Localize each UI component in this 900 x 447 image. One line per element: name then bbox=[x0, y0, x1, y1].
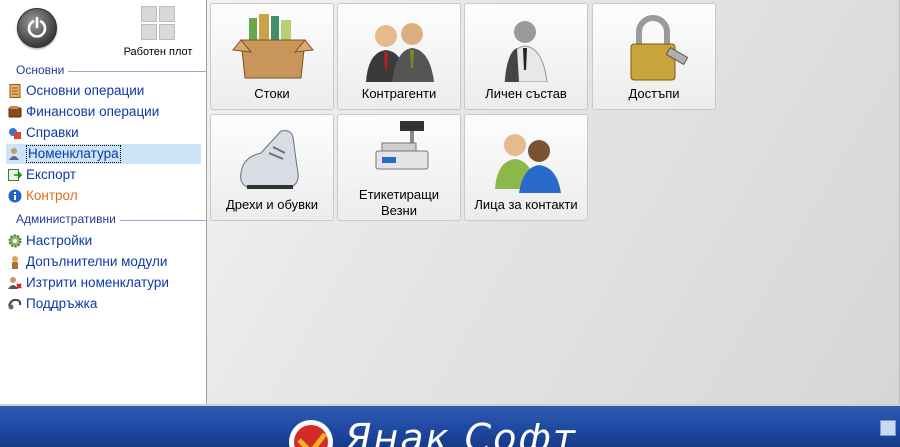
section-admin-title: Административни bbox=[16, 212, 116, 226]
nav-item-nomenclature[interactable]: Номенклатура bbox=[6, 144, 201, 164]
footer-banner: Янак Софт bbox=[0, 404, 900, 447]
nav-item-label: Контрол bbox=[26, 188, 78, 203]
info-icon bbox=[8, 189, 22, 203]
section-divider bbox=[120, 220, 210, 221]
document-icon bbox=[9, 84, 21, 98]
tile-label: Дрехи и обувки bbox=[226, 197, 318, 212]
section-main-title: Основни bbox=[16, 63, 65, 77]
power-button[interactable] bbox=[17, 8, 57, 48]
section-main: Основни bbox=[16, 63, 210, 77]
deleted-users-icon bbox=[8, 277, 22, 289]
section-admin: Административни bbox=[16, 212, 210, 226]
power-icon bbox=[27, 16, 47, 38]
nav-item-label: Изтрити номенклатури bbox=[26, 275, 169, 290]
contacts-people-icon bbox=[495, 134, 561, 193]
brand-name: Янак Софт bbox=[345, 416, 577, 447]
business-people-icon bbox=[366, 23, 434, 82]
desktop-label: Работен плот bbox=[123, 46, 193, 58]
tile-access[interactable]: Достъпи bbox=[592, 3, 716, 110]
settings-gear-icon bbox=[8, 234, 22, 248]
padlock-key-icon bbox=[630, 15, 689, 81]
nav-item-label: Експорт bbox=[26, 167, 77, 182]
tile-counterparties[interactable]: Контрагенти bbox=[337, 3, 461, 110]
tile-contact-persons[interactable]: Лица за контакти bbox=[464, 114, 588, 221]
windows-icon bbox=[141, 6, 175, 40]
tile-staff[interactable]: Личен състав bbox=[464, 3, 588, 110]
tile-label: Стоки bbox=[254, 86, 290, 101]
nav-item-settings[interactable]: Настройки bbox=[6, 231, 201, 251]
goods-box-icon bbox=[232, 14, 314, 79]
brand-logo-icon bbox=[289, 420, 333, 447]
nav-item-additional-modules[interactable]: Допълнителни модули bbox=[6, 252, 201, 272]
tile-label: Лица за контакти bbox=[474, 197, 578, 212]
nav-item-label: Поддръжка bbox=[26, 296, 98, 311]
nav-item-support[interactable]: Поддръжка bbox=[6, 294, 201, 314]
nav-item-reports[interactable]: Справки bbox=[6, 123, 201, 143]
footer-corner-button[interactable] bbox=[880, 420, 896, 436]
tile-label-scales[interactable]: Етикетиращи Везни bbox=[337, 114, 461, 221]
tile-label: Личен състав bbox=[485, 86, 567, 101]
tile-label: Контрагенти bbox=[361, 86, 437, 101]
nav-item-label: Справки bbox=[26, 125, 79, 140]
nav-item-label: Основни операции bbox=[26, 83, 145, 98]
tile-label-line1: Етикетиращи bbox=[358, 187, 440, 202]
tile-label-line2: Везни bbox=[380, 203, 418, 218]
nav-item-financial-operations[interactable]: Финансови операции bbox=[6, 102, 201, 122]
nav-item-basic-operations[interactable]: Основни операции bbox=[6, 81, 201, 101]
nav-item-label: Допълнителни модули bbox=[26, 254, 168, 269]
nav-item-control[interactable]: Контрол bbox=[6, 186, 201, 206]
section-divider bbox=[68, 71, 210, 72]
tile-clothes-shoes[interactable]: Дрехи и обувки bbox=[210, 114, 334, 221]
wallet-icon bbox=[8, 106, 22, 118]
nav-item-label: Номенклатура bbox=[26, 145, 121, 163]
nav-item-label: Настройки bbox=[26, 233, 93, 248]
nav-item-deleted-nomenclatures[interactable]: Изтрити номенклатури bbox=[6, 273, 201, 293]
report-icon bbox=[9, 128, 21, 139]
sneaker-icon bbox=[240, 130, 299, 189]
nav-item-export[interactable]: Експорт bbox=[6, 165, 201, 185]
label-scale-icon bbox=[375, 121, 429, 170]
nav-item-label: Финансови операции bbox=[26, 104, 160, 119]
employee-icon bbox=[504, 21, 548, 82]
export-icon bbox=[8, 169, 22, 181]
person-list-icon bbox=[9, 148, 19, 160]
tile-label: Достъпи bbox=[628, 86, 680, 101]
module-icon bbox=[12, 256, 18, 269]
sidebar: Работен плот Основни Основни операции Фи… bbox=[0, 0, 210, 404]
tile-goods[interactable]: Стоки bbox=[210, 3, 334, 110]
desktop-button[interactable]: Работен плот bbox=[118, 4, 198, 60]
support-headset-icon bbox=[8, 298, 22, 310]
main-panel: Стоки Контрагенти Личен състав Достъпи Д… bbox=[207, 0, 900, 404]
